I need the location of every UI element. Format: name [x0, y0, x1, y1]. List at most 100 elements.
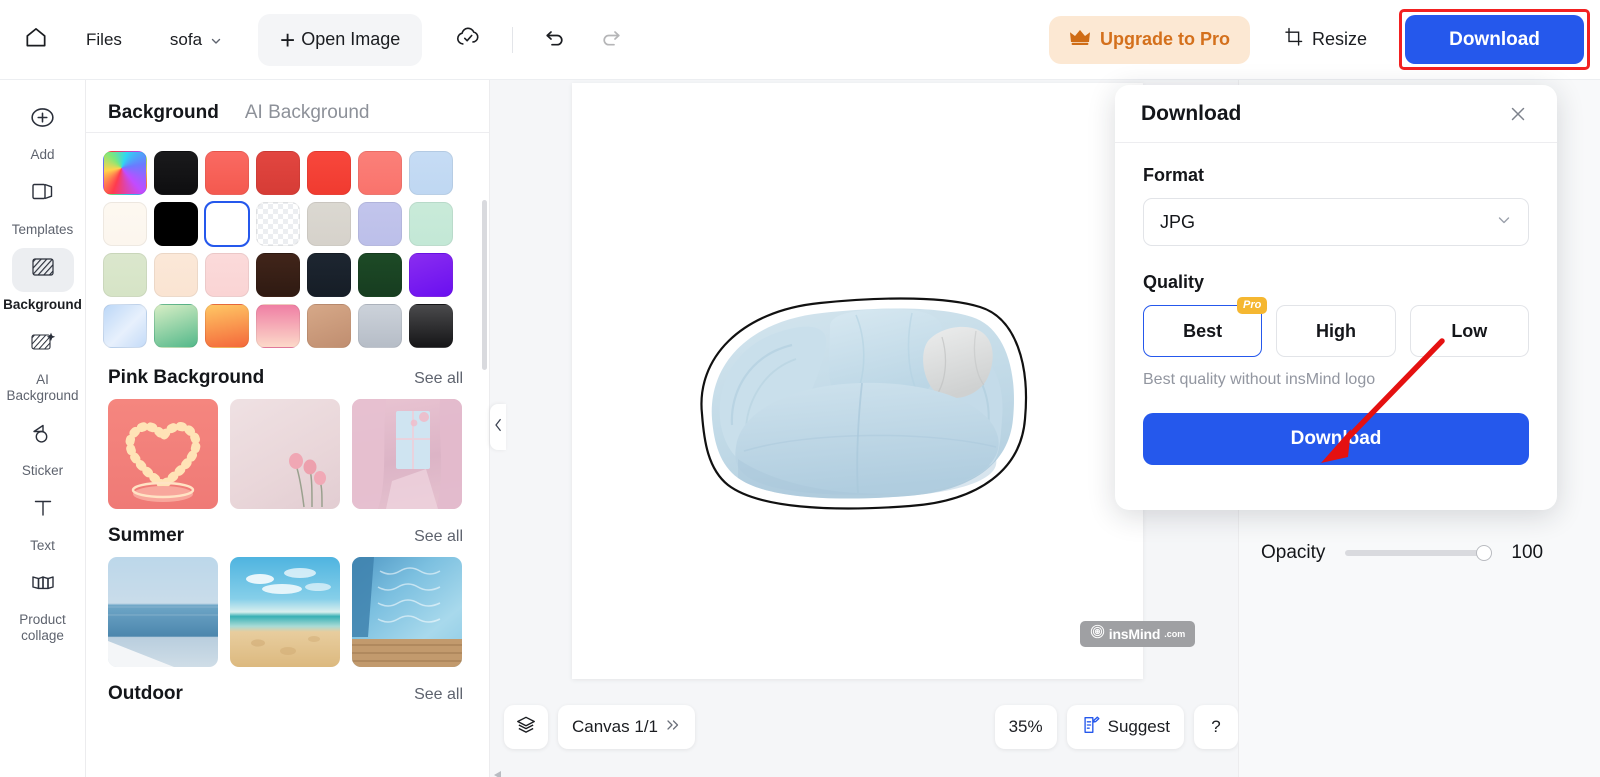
dialog-download-button[interactable]: Download — [1143, 413, 1529, 465]
sticker-icon-wrap — [12, 414, 74, 458]
color-swatch-salmon[interactable] — [357, 150, 402, 195]
color-swatch-midnight-navy[interactable] — [306, 252, 351, 297]
tab-background[interactable]: Background — [108, 102, 219, 132]
opacity-slider-knob[interactable] — [1476, 545, 1493, 561]
section-title: Outdoor — [108, 683, 183, 704]
see-all-link[interactable]: See all — [414, 528, 463, 546]
swatch-cell — [201, 300, 252, 351]
zoom-level-button[interactable]: 35% — [994, 705, 1057, 749]
download-dialog: Download Format JPG Quality Best Pro High L… — [1115, 85, 1557, 510]
panel-collapse-handle[interactable] — [490, 404, 506, 450]
sidebar-item-background[interactable]: Background — [0, 247, 86, 313]
color-swatch-crimson[interactable] — [255, 150, 300, 195]
download-button[interactable]: Download — [1405, 15, 1584, 64]
panel-scrollbar[interactable] — [482, 200, 487, 370]
file-name-dropdown[interactable]: sofa — [162, 24, 230, 56]
background-panel-tabs: Background AI Background — [86, 80, 489, 132]
background-thumbnail-beach-sand-clouds[interactable] — [230, 557, 340, 667]
close-icon[interactable] — [1505, 101, 1531, 127]
quality-option-high[interactable]: High — [1276, 305, 1396, 357]
format-select[interactable]: JPG — [1143, 198, 1529, 246]
cloud-sync-icon — [455, 24, 481, 55]
upgrade-to-pro-button[interactable]: Upgrade to Pro — [1048, 15, 1250, 64]
sidebar-item-ai-background-label: AI Background — [6, 371, 79, 403]
color-swatch-periwinkle[interactable] — [357, 201, 402, 246]
open-image-button[interactable]: + Open Image — [258, 13, 423, 66]
section-header: Summer See all — [86, 509, 489, 557]
see-all-link[interactable]: See all — [414, 686, 463, 704]
cloud-sync-button[interactable] — [448, 20, 488, 60]
sidebar-item-background-label: Background — [3, 296, 82, 312]
sidebar-item-templates-label: Templates — [11, 221, 74, 237]
templates-icon — [29, 179, 57, 210]
color-swatch-green-gradient[interactable] — [153, 303, 198, 348]
sidebar-item-sticker[interactable]: Sticker — [0, 414, 86, 479]
color-swatch-silver-gradient[interactable] — [357, 303, 402, 348]
color-swatch-mint[interactable] — [408, 201, 453, 246]
resize-button[interactable]: Resize — [1274, 19, 1377, 60]
color-swatch-near-black[interactable] — [153, 150, 198, 195]
color-swatch-transparent-checker[interactable] — [255, 201, 300, 246]
quality-option-best[interactable]: Best Pro — [1143, 297, 1268, 357]
background-thumbnail-pink-curtain-window[interactable] — [352, 399, 462, 509]
sticker-icon — [29, 420, 57, 451]
swatch-cell — [201, 198, 252, 249]
collage-icon-wrap — [12, 563, 74, 607]
color-swatch-black[interactable] — [153, 201, 198, 246]
background-thumbnail-pink-wall-with-roses[interactable] — [230, 399, 340, 509]
color-swatch-charcoal-gradient[interactable] — [408, 303, 453, 348]
help-button[interactable]: ? — [1194, 705, 1238, 749]
color-swatch-light-blue[interactable] — [408, 150, 453, 195]
sidebar-item-add[interactable]: Add — [0, 98, 86, 163]
home-button[interactable] — [14, 18, 58, 62]
files-menu[interactable]: Files — [72, 22, 136, 58]
sidebar-item-text-label: Text — [30, 537, 55, 553]
design-canvas[interactable]: insMind .com — [572, 83, 1195, 679]
swatch-cell — [405, 198, 456, 249]
color-swatch-coral-red[interactable] — [204, 150, 249, 195]
color-swatch-sky-gradient[interactable] — [102, 303, 147, 348]
sidebar-item-ai-background[interactable]: AI Background — [0, 323, 86, 404]
color-swatch-pink-gradient[interactable] — [255, 303, 300, 348]
section-header: Outdoor See all — [86, 667, 489, 715]
color-swatch-violet[interactable] — [408, 252, 453, 297]
color-swatch-tan-gradient[interactable] — [306, 303, 351, 348]
watermark-text: insMind — [1108, 626, 1161, 642]
text-icon — [30, 495, 56, 526]
canvas-pages-button[interactable]: Canvas 1/1 — [558, 705, 695, 749]
color-swatch-dark-brown[interactable] — [255, 252, 300, 297]
scroll-left-arrow-icon[interactable] — [494, 766, 501, 777]
layers-button[interactable] — [504, 705, 548, 749]
color-swatch-sage-green[interactable] — [102, 252, 147, 297]
insmind-editor-window: Files sofa + Open Image Upgrade to Pro R… — [0, 0, 1600, 777]
opacity-value[interactable]: 100 — [1511, 542, 1543, 564]
see-all-link[interactable]: See all — [414, 370, 463, 388]
sidebar-item-templates[interactable]: Templates — [0, 173, 86, 238]
redo-button[interactable] — [591, 20, 631, 60]
swatch-cell — [303, 198, 354, 249]
suggest-button[interactable]: Suggest — [1066, 705, 1184, 749]
color-swatch-bright-red[interactable] — [306, 150, 351, 195]
color-swatch-rainbow-gradient[interactable] — [102, 150, 147, 195]
color-swatch-white[interactable] — [203, 200, 250, 247]
sidebar-item-text[interactable]: Text — [0, 489, 86, 554]
sidebar-item-product-collage[interactable]: Product collage — [0, 563, 86, 644]
undo-button[interactable] — [535, 20, 575, 60]
swatch-cell — [201, 249, 252, 300]
tab-ai-background[interactable]: AI Background — [245, 102, 370, 132]
color-swatch-blush-pink[interactable] — [204, 252, 249, 297]
background-thumbnail-pool-water-deck[interactable] — [352, 557, 462, 667]
color-swatch-forest-green[interactable] — [357, 252, 402, 297]
background-thumbnail-pink-heart-neon-podium[interactable] — [108, 399, 218, 509]
download-dialog-body: Format JPG Quality Best Pro High Low Best q… — [1115, 143, 1557, 465]
sofa-product-image[interactable] — [680, 279, 1040, 519]
swatch-cell — [201, 147, 252, 198]
color-swatch-warm-gray[interactable] — [306, 201, 351, 246]
color-swatch-ivory[interactable] — [102, 201, 147, 246]
opacity-slider[interactable] — [1345, 545, 1493, 561]
color-swatch-orange-gradient[interactable] — [204, 303, 249, 348]
color-swatch-peach-cream[interactable] — [153, 252, 198, 297]
swatch-cell — [99, 249, 150, 300]
background-thumbnail-calm-sea-horizon[interactable] — [108, 557, 218, 667]
quality-option-low[interactable]: Low — [1409, 305, 1529, 357]
